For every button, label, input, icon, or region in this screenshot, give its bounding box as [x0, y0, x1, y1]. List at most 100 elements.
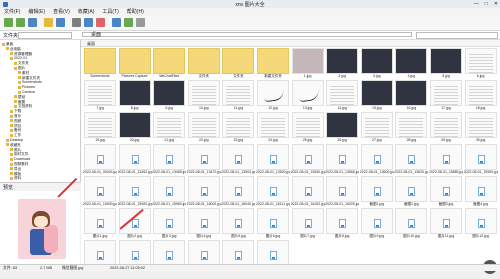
tree-item[interactable]: 文件夹 — [14, 61, 29, 65]
thumbnail-label: 2022-08-01_13600.jpg — [359, 170, 394, 174]
thumbnail-item[interactable]: 微信图片3.jpg — [187, 239, 221, 279]
tree-item[interactable]: 资料 — [10, 176, 21, 180]
image-thumbnail — [118, 112, 151, 138]
up-folder-icon[interactable] — [28, 18, 37, 27]
image-thumbnail — [187, 208, 220, 234]
tree-item[interactable]: Download — [10, 157, 30, 161]
tree-item[interactable]: 音乐 — [10, 114, 21, 118]
document-preview — [191, 118, 216, 137]
image-thumbnail — [291, 144, 324, 170]
settings-icon[interactable] — [136, 18, 145, 27]
tree-item[interactable]: 收藏夹 — [6, 143, 21, 147]
tree-item[interactable]: 视频素材 — [10, 162, 28, 166]
thumbnail-item[interactable]: 图片10.jpg — [394, 207, 428, 247]
path-input[interactable]: 桌面 — [82, 32, 412, 38]
image-file-icon — [270, 251, 277, 260]
tree-item[interactable]: Camera — [18, 90, 35, 94]
thumbnail-item[interactable]: 微信图片4.jpg — [221, 239, 255, 279]
document-preview — [191, 86, 216, 105]
view-icon[interactable] — [72, 18, 81, 27]
tree-item-label: 工作 — [14, 133, 22, 138]
tree-item[interactable]: 截图 — [14, 100, 25, 104]
image-file-icon — [339, 219, 347, 228]
tree-item[interactable]: 新建文件夹 — [18, 76, 40, 80]
image-thumbnail — [222, 144, 255, 170]
thumbnail-item[interactable]: 图片7.jpg — [291, 207, 325, 247]
document-preview — [434, 118, 458, 137]
slideshow-icon[interactable] — [96, 18, 105, 27]
tree-item[interactable]: 导出 — [10, 167, 21, 171]
thumbnail-item[interactable]: 图片9.jpg — [360, 207, 394, 247]
tree-item[interactable]: 资源管理器 — [10, 52, 32, 56]
menu-item[interactable]: 工具(T) — [102, 8, 118, 16]
thumbnail-item[interactable]: 图片11.jpg — [429, 207, 463, 247]
edit-icon[interactable] — [124, 18, 133, 27]
tree-item[interactable]: 模板 — [10, 172, 21, 176]
tree-item[interactable]: 素材 — [18, 71, 29, 75]
menu-item[interactable]: 帮助(H) — [127, 8, 144, 16]
tree-item[interactable]: 照片 — [10, 148, 21, 152]
document-preview — [468, 86, 493, 105]
thumbnail-item[interactable]: 图片12.jpg — [464, 207, 498, 247]
tree-item[interactable]: 工作 — [10, 133, 21, 137]
tree-item[interactable]: 文档资料 — [14, 104, 32, 108]
thumbnail-label: 2022-08-01_13452.jpg — [117, 170, 152, 174]
folder-icon — [18, 90, 21, 94]
image-thumbnail — [360, 112, 393, 138]
tree-item[interactable]: 临时文件 — [10, 152, 28, 156]
search-input[interactable] — [416, 32, 498, 39]
thumbnail-item[interactable]: 微信图片1.jpg — [118, 239, 152, 279]
menu-item[interactable]: 收藏(A) — [78, 8, 95, 16]
tree-item-label: 视频素材 — [14, 162, 29, 166]
image-file-icon — [200, 251, 208, 260]
tree-item[interactable]: 2022-01 — [10, 56, 27, 60]
thumbnail-label: 2022-08-01_16002.jpg — [186, 202, 221, 206]
thumbnail-label: Screenshots — [90, 74, 110, 78]
image-file-icon — [270, 187, 277, 196]
thumbnail-item[interactable]: 图片8.jpg — [325, 207, 359, 247]
image-thumbnail — [326, 112, 359, 138]
image-thumbnail — [430, 176, 462, 202]
tree-item[interactable]: Screenshots — [18, 80, 42, 84]
tree-item-label: Camera — [22, 90, 35, 94]
minimize-button[interactable]: — — [474, 1, 479, 7]
thumbnail-item[interactable]: 微信图片2.jpg — [152, 239, 186, 279]
forward-icon[interactable] — [16, 18, 25, 27]
thumbnail-label: 16.jpg — [406, 106, 417, 110]
refresh-icon[interactable] — [56, 18, 65, 27]
rotate-icon[interactable] — [112, 18, 121, 27]
tree-item[interactable]: 图片 — [14, 66, 25, 70]
tree-item[interactable]: 项目 — [10, 124, 21, 128]
tree-item[interactable]: 视频 — [10, 119, 21, 123]
maximize-button[interactable]: □ — [485, 1, 488, 7]
image-file-icon — [235, 219, 243, 228]
thumbnail-item[interactable]: 微信图片5.jpg — [256, 239, 290, 279]
thumbnail-label: 25.jpg — [302, 138, 313, 142]
menu-item[interactable]: 查看(V) — [53, 8, 70, 16]
tree-item[interactable]: 此电脑 — [6, 47, 21, 51]
tree-item[interactable]: 桌面 — [2, 42, 13, 46]
close-button[interactable]: ✕ — [494, 1, 498, 7]
tree-item-label: 下载 — [14, 109, 22, 114]
fullscreen-icon[interactable] — [84, 18, 93, 27]
thumbnail-label: 7.jpg — [96, 106, 104, 110]
image-thumbnail — [118, 240, 151, 266]
folder-icon — [18, 76, 21, 80]
tree-item[interactable]: Desktop — [6, 138, 23, 142]
folder-icon[interactable] — [44, 18, 53, 27]
image-file-icon — [339, 187, 347, 196]
thumbnail-label: 2.jpg — [338, 74, 346, 78]
image-thumbnail — [395, 208, 428, 234]
image-thumbnail — [257, 240, 289, 266]
image-thumbnail — [291, 208, 324, 234]
menu-item[interactable]: 文件(F) — [4, 8, 20, 16]
menu-item[interactable]: 编辑(E) — [28, 8, 45, 16]
tree-item[interactable]: 下载 — [10, 109, 21, 113]
tree-item[interactable]: Pictures — [18, 85, 35, 89]
thumbnail-item[interactable]: 微信截图.jpg — [83, 239, 117, 279]
tree-item[interactable]: 壁纸 — [14, 95, 25, 99]
tree-item[interactable]: 备份 — [10, 128, 21, 132]
back-icon[interactable] — [4, 18, 13, 27]
folder-combo[interactable] — [18, 32, 72, 39]
image-thumbnail — [395, 48, 428, 74]
